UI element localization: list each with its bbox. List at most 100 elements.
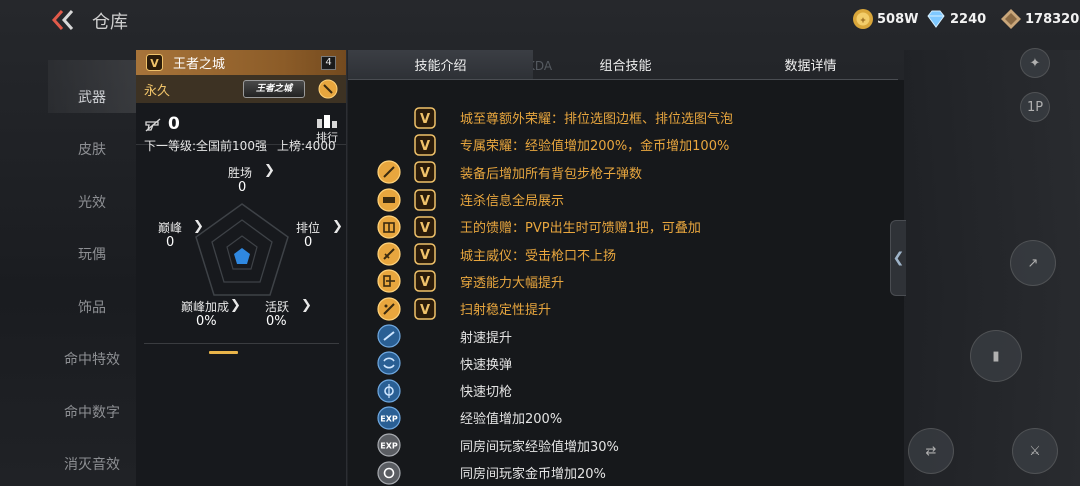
penetrate-icon — [377, 269, 401, 294]
radar-active-label[interactable]: 活跃 — [265, 298, 289, 315]
svg-text:V: V — [150, 57, 159, 70]
radar-peak-bonus-value: 0% — [196, 314, 217, 329]
kill-icon — [145, 118, 161, 132]
leaderboard-icon — [317, 115, 337, 128]
collapse-panel-button[interactable]: ❮ — [890, 220, 906, 296]
radar-peak-label[interactable]: 巅峰 — [158, 219, 182, 236]
top-bar: 仓库 + 508W 2240 178320 — [0, 0, 1080, 42]
svg-text:EXP: EXP — [380, 414, 398, 423]
sidebar-item-label: 命中特效 — [64, 352, 120, 368]
hud-player-button[interactable]: 1P — [1020, 92, 1050, 122]
peak-bonus-chevron-icon[interactable]: ❯ — [230, 298, 241, 313]
tab-combo-skills[interactable]: 组合技能 — [533, 50, 718, 79]
hud-gamepad-icon[interactable]: ✦ — [1020, 48, 1050, 78]
diamond-amount: 2240 — [950, 11, 987, 27]
back-button[interactable] — [50, 8, 78, 34]
radar-wins-value: 0 — [238, 180, 247, 195]
svg-text:V: V — [420, 166, 430, 181]
king-badge-icon: V — [414, 106, 436, 129]
sidebar-item-label: 消灭音效 — [64, 457, 120, 473]
skill-text: 同房间玩家金币增加20% — [460, 467, 606, 483]
hud-ammo-icon[interactable]: ▮ — [970, 330, 1022, 382]
rank-button[interactable]: 排行 — [314, 113, 340, 143]
sidebar-item-light-effects[interactable]: 光效 — [48, 165, 136, 218]
skill-row: V 王的馈赠：PVP出生时可馈赠1把，可叠加 — [348, 213, 904, 240]
svg-text:V: V — [420, 112, 430, 127]
tab-bar: 场次 平均KDA 技能介绍 组合技能 数据详情 — [348, 50, 898, 80]
svg-text:V: V — [420, 303, 430, 318]
king-badge-icon: V — [146, 54, 163, 71]
sidebar-item-label: 命中数字 — [64, 404, 120, 421]
tab-label: 数据详情 — [784, 59, 837, 74]
skill-text: 快速切枪 — [460, 385, 513, 401]
peak-chevron-icon[interactable]: ❯ — [193, 219, 204, 234]
skill-text: 快速换弹 — [460, 357, 513, 373]
item-card: V 王者之城 4 永久 王者之城 0 排行 下一等级:全国前100强 上榜:40… — [136, 50, 347, 486]
skill-text: 穿透能力大幅提升 — [460, 275, 565, 291]
sidebar-item-accessories[interactable]: 饰品 — [48, 270, 136, 323]
skill-row: 快速换弹 — [348, 350, 904, 377]
card-subheader: 永久 王者之城 — [136, 75, 346, 103]
wins-chevron-icon[interactable]: ❯ — [264, 163, 275, 178]
skill-text: 连杀信息全局展示 — [460, 194, 565, 210]
skill-row: 射速提升 — [348, 322, 904, 349]
sidebar-item-weapons[interactable]: 武器 — [48, 60, 136, 113]
active-chevron-icon[interactable]: ❯ — [301, 298, 312, 313]
skill-text: 同房间玩家经验值增加30% — [460, 439, 619, 455]
king-badge-icon: V — [414, 216, 436, 238]
diamond-icon — [927, 10, 945, 28]
king-city-logo: 王者之城 — [243, 80, 305, 98]
radar-value-shape — [234, 248, 250, 264]
skill-row: V 城主威仪：受击枪口不上扬 — [348, 241, 904, 268]
hud-switch-icon[interactable]: ⇄ — [908, 428, 954, 474]
page-title: 仓库 — [92, 12, 128, 33]
tab-skill-intro[interactable]: 技能介绍 — [348, 50, 533, 79]
skill-row: 同房间玩家金币增加20% — [348, 459, 904, 486]
skill-row: EXP 经验值增加200% — [348, 404, 904, 431]
sidebar-item-kill-sounds[interactable]: 消灭音效 — [48, 428, 136, 481]
leaderboard-text: 上榜:4000 — [277, 139, 336, 153]
tab-data-details[interactable]: 数据详情 — [718, 50, 903, 79]
rank-chevron-icon[interactable]: ❯ — [332, 219, 343, 234]
tab-label: 技能介绍 — [414, 59, 467, 74]
skill-row: V 扫射稳定性提升 — [348, 295, 904, 322]
hud-action-icon[interactable]: ↗ — [1010, 240, 1056, 286]
fire-rate-icon — [377, 324, 401, 348]
king-badge-icon: V — [414, 134, 436, 156]
sword-icon — [377, 242, 401, 266]
king-badge-icon: V — [414, 297, 436, 320]
sidebar-item-label: 武器 — [78, 89, 106, 106]
radar-rank-label[interactable]: 排位 — [296, 219, 320, 236]
sidebar-item-hit-numbers[interactable]: 命中数字 — [48, 375, 136, 428]
sidebar-item-dolls[interactable]: 玩偶 — [48, 218, 136, 271]
radar-rank-value: 0 — [304, 235, 313, 250]
currency-diamond[interactable]: 2240 — [925, 8, 986, 30]
token-icon — [1001, 9, 1021, 29]
king-badge-icon: V — [414, 161, 436, 183]
svg-text:V: V — [420, 194, 430, 209]
radar-peak-bonus-label[interactable]: 巅峰加成 — [181, 298, 229, 315]
currency-gold[interactable]: + 508W — [852, 8, 918, 30]
currency-token[interactable]: 178320 — [1000, 8, 1079, 30]
skill-text: 城至尊额外荣耀：排位选图边框、排位选图气泡 — [460, 112, 734, 128]
sidebar-item-label: 饰品 — [78, 299, 106, 316]
next-level-text: 下一等级:全国前100强 — [144, 139, 267, 153]
skill-text: 射速提升 — [460, 330, 513, 346]
radar-wins-label[interactable]: 胜场 — [228, 164, 252, 181]
sidebar-item-label: 皮肤 — [78, 142, 106, 158]
skill-text: 王的馈赠：PVP出生时可馈赠1把，可叠加 — [460, 221, 701, 237]
sidebar: 武器 皮肤 光效 玩偶 饰品 命中特效 命中数字 消灭音效 — [48, 60, 136, 480]
hud-ip-label: 1P — [1026, 99, 1044, 115]
card-title: 王者之城 — [173, 57, 226, 72]
divider — [144, 343, 339, 344]
skill-row: 快速切枪 — [348, 377, 904, 404]
sidebar-item-hit-effects[interactable]: 命中特效 — [48, 323, 136, 376]
skill-text: 装备后增加所有背包步枪子弹数 — [460, 166, 643, 182]
hud-knife-icon[interactable]: ⚔ — [1012, 428, 1058, 474]
sidebar-item-label: 玩偶 — [78, 247, 106, 263]
duration-label: 永久 — [144, 83, 171, 99]
room-exp-icon: EXP — [377, 433, 401, 457]
king-badge-icon: V — [414, 270, 436, 293]
sidebar-item-skins[interactable]: 皮肤 — [48, 113, 136, 166]
gold-amount: 508W — [877, 11, 919, 27]
